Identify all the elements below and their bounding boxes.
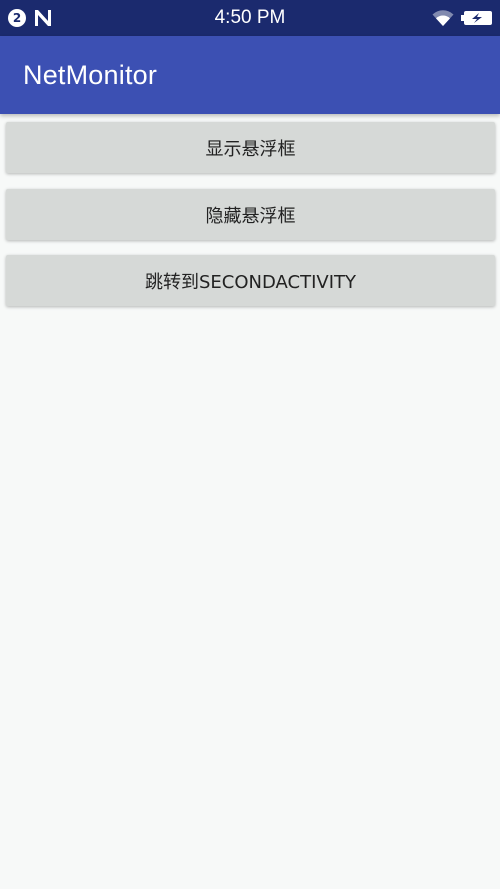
status-time: 4:50 PM bbox=[214, 7, 286, 28]
app-bar: NetMonitor bbox=[0, 36, 500, 114]
show-float-window-button[interactable]: 显示悬浮框 bbox=[6, 122, 495, 173]
status-bar: 2 4:50 PM bbox=[0, 0, 500, 36]
wifi-icon bbox=[432, 10, 454, 26]
battery-charging-icon bbox=[461, 11, 492, 25]
goto-second-activity-button[interactable]: 跳转到SECONDACTIVITY bbox=[6, 255, 495, 306]
hide-float-window-button[interactable]: 隐藏悬浮框 bbox=[6, 189, 495, 240]
app-title: NetMonitor bbox=[23, 60, 158, 90]
main-content: 显示悬浮框 隐藏悬浮框 跳转到SECONDACTIVITY bbox=[0, 114, 500, 889]
